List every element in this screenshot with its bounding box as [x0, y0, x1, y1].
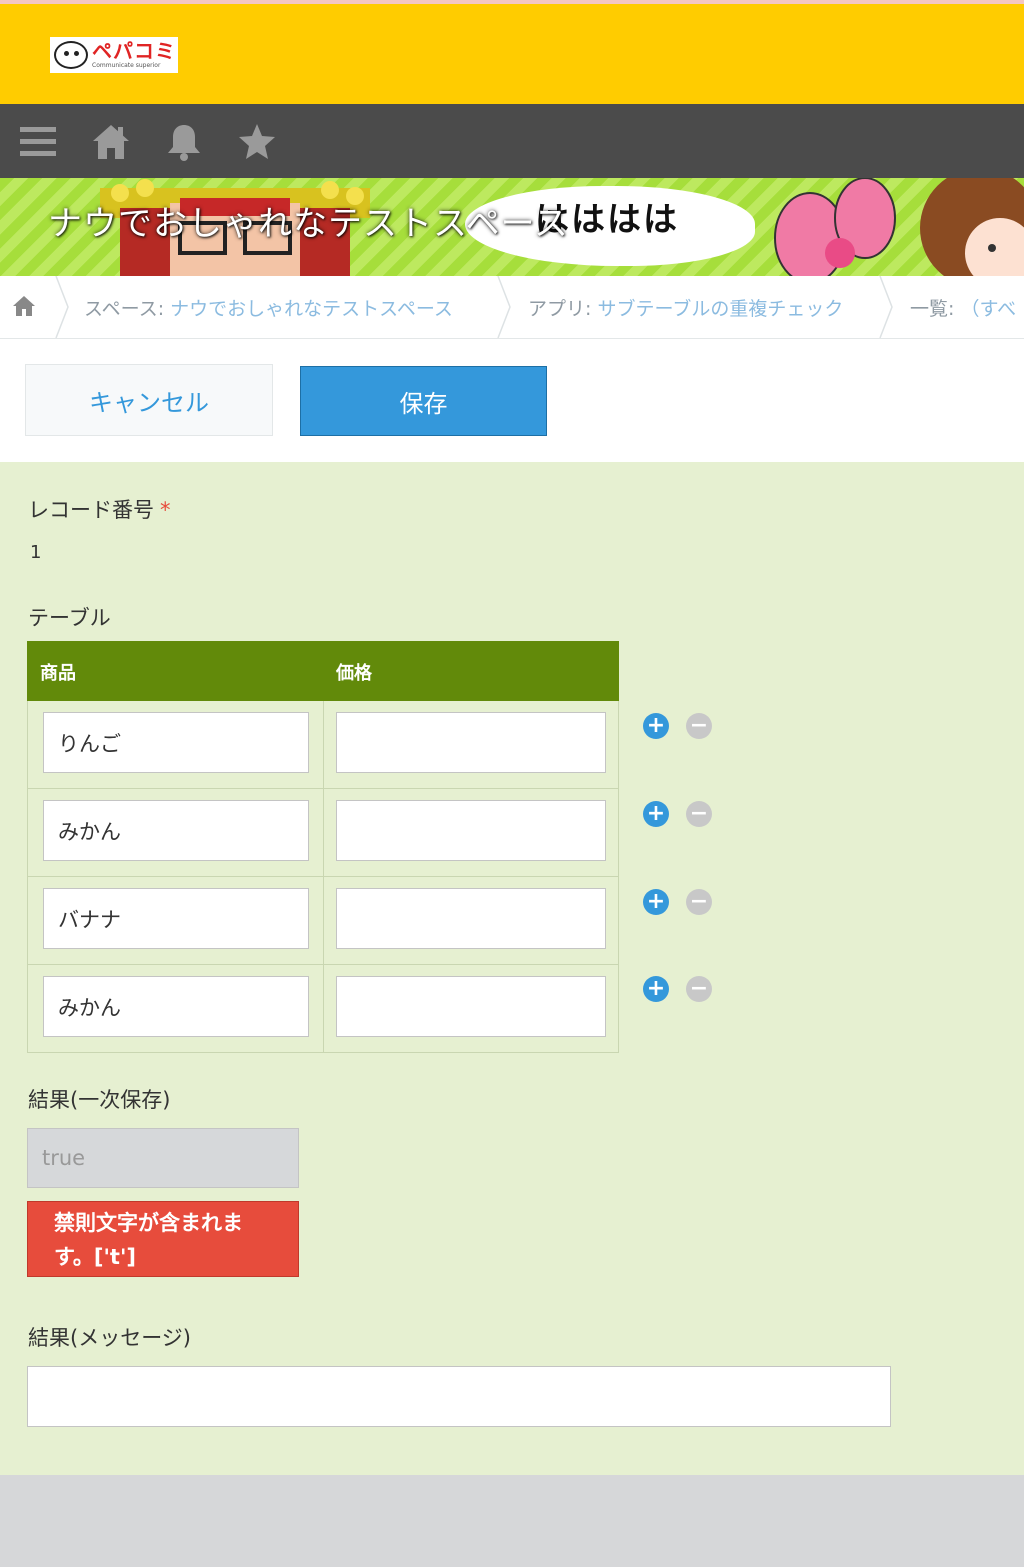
app-header: ペパコミ Communicate superior [0, 4, 1024, 104]
add-row-icon[interactable]: + [643, 976, 669, 1002]
table-row [27, 789, 619, 877]
star-icon[interactable] [237, 122, 277, 162]
table-row [27, 965, 619, 1053]
result-message-input[interactable] [27, 1366, 891, 1427]
result-temp-value: true [42, 1146, 86, 1170]
product-input[interactable] [43, 888, 309, 949]
error-message: 禁則文字が含まれま す。['t'] [27, 1201, 299, 1277]
product-input[interactable] [43, 712, 309, 773]
error-message-line: 禁則文字が含まれま [54, 1211, 243, 1235]
breadcrumb-separator-icon [55, 276, 69, 338]
add-row-icon[interactable]: + [643, 713, 669, 739]
breadcrumb-separator-icon [879, 276, 893, 338]
logo-face-icon [54, 41, 88, 69]
save-button[interactable]: 保存 [300, 366, 547, 436]
bell-icon[interactable] [164, 122, 204, 162]
remove-row-icon[interactable]: − [686, 713, 712, 739]
breadcrumb-view[interactable]: 一覧: （すべ [910, 294, 1016, 321]
table-label: テーブル [28, 606, 111, 630]
record-form: レコード番号* 1 テーブル 商品 価格 + − + − + − + − 結果(… [0, 462, 1024, 1475]
logo[interactable]: ペパコミ Communicate superior [50, 37, 178, 73]
result-message-label: 結果(メッセージ) [28, 1326, 191, 1350]
space-title: ナウでおしゃれなテストスペース [48, 204, 569, 244]
logo-text: ペパコミ [92, 39, 176, 63]
breadcrumb-app[interactable]: アプリ: サブテーブルの重複チェック [528, 294, 843, 321]
logo-subtext: Communicate superior [92, 62, 161, 69]
add-row-icon[interactable]: + [643, 889, 669, 915]
product-input[interactable] [43, 976, 309, 1037]
price-input[interactable] [336, 800, 606, 861]
record-number-value: 1 [30, 542, 42, 563]
remove-row-icon[interactable]: − [686, 801, 712, 827]
banner-flower-illustration [774, 178, 896, 276]
table-row [27, 877, 619, 965]
home-icon[interactable] [91, 122, 131, 162]
result-temp-field: true [27, 1128, 299, 1188]
record-number-label: レコード番号 * [28, 498, 171, 522]
cancel-button[interactable]: キャンセル [25, 364, 273, 436]
table-row [27, 701, 619, 789]
product-input[interactable] [43, 800, 309, 861]
result-temp-label: 結果(一次保存) [28, 1088, 171, 1112]
add-row-icon[interactable]: + [643, 801, 669, 827]
global-toolbar [0, 104, 1024, 178]
price-input[interactable] [336, 712, 606, 773]
subtable-header: 商品 価格 [27, 641, 619, 701]
column-header-product: 商品 [40, 663, 76, 684]
price-input[interactable] [336, 976, 606, 1037]
remove-row-icon[interactable]: − [686, 976, 712, 1002]
banner-girl-illustration [920, 178, 1024, 276]
breadcrumb-home-icon[interactable] [12, 294, 36, 318]
action-bar: キャンセル 保存 [0, 339, 1024, 462]
remove-row-icon[interactable]: − [686, 889, 712, 915]
price-input[interactable] [336, 888, 606, 949]
breadcrumb-space[interactable]: スペース: ナウでおしゃれなテストスペース [84, 294, 453, 321]
error-message-line: す。['t'] [54, 1245, 136, 1269]
column-header-price: 価格 [336, 663, 372, 684]
breadcrumb: スペース: ナウでおしゃれなテストスペース アプリ: サブテーブルの重複チェック… [0, 276, 1024, 339]
breadcrumb-separator-icon [497, 276, 511, 338]
required-mark: * [160, 498, 171, 522]
menu-icon[interactable] [18, 122, 58, 162]
